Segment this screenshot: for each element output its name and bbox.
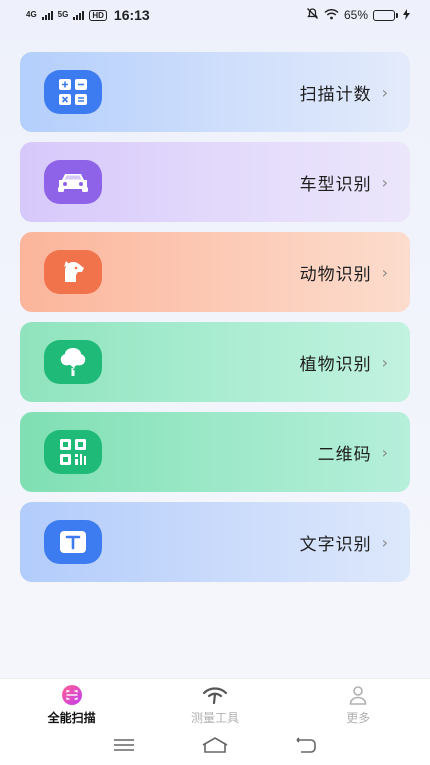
hd-badge: HD (89, 9, 107, 21)
feature-card-list: 扫描计数 › 车型识别 › 动物识别 › 植物识别 › 二维码 › 文字识别 › (20, 52, 410, 592)
mute-icon (306, 7, 319, 23)
card-text-recognition[interactable]: 文字识别 › (20, 502, 410, 582)
qr-code-icon (44, 430, 102, 474)
home-icon[interactable] (201, 737, 229, 758)
nav-label: 测量工具 (190, 710, 239, 725)
signal-icon-2 (73, 10, 85, 20)
card-plant-recognition[interactable]: 植物识别 › (20, 322, 410, 402)
person-icon (348, 684, 368, 706)
status-bar: 4G 5G HD 16:13 65% (0, 0, 430, 30)
nav-label: 全能扫描 (47, 710, 96, 725)
scan-icon (61, 684, 83, 706)
system-nav-bar (0, 730, 430, 765)
network-5g-label: 5G (57, 10, 69, 19)
battery-icon (373, 9, 398, 21)
calculator-icon (44, 70, 102, 114)
bottom-nav: 全能扫描 测量工具 更多 (0, 678, 430, 730)
card-label: 植物识别 (299, 354, 372, 374)
card-label: 文字识别 (299, 534, 372, 554)
card-qr-code[interactable]: 二维码 › (20, 412, 410, 492)
card-label: 动物识别 (299, 264, 372, 284)
card-car-recognition[interactable]: 车型识别 › (20, 142, 410, 222)
chevron-right-icon: › (381, 442, 388, 462)
card-label: 扫描计数 (299, 84, 372, 104)
card-scan-count[interactable]: 扫描计数 › (20, 52, 410, 132)
card-label: 车型识别 (299, 174, 372, 194)
chevron-right-icon: › (381, 172, 388, 192)
chevron-right-icon: › (381, 82, 388, 102)
nav-label: 更多 (346, 710, 371, 725)
signal-icon (41, 10, 53, 20)
card-animal-recognition[interactable]: 动物识别 › (20, 232, 410, 312)
card-label: 二维码 (317, 444, 372, 464)
status-time: 16:13 (113, 7, 150, 23)
menu-icon[interactable] (113, 738, 135, 757)
tree-icon (44, 340, 102, 384)
chevron-right-icon: › (381, 352, 388, 372)
text-t-icon (44, 520, 102, 564)
dog-icon (44, 250, 102, 294)
network-4g-label: 4G (26, 10, 37, 19)
wifi-icon (324, 8, 339, 23)
nav-item-measure[interactable]: 测量工具 (155, 684, 275, 726)
car-icon (44, 160, 102, 204)
measure-icon (202, 684, 228, 706)
nav-item-more[interactable]: 更多 (298, 684, 418, 726)
chevron-right-icon: › (381, 532, 388, 552)
battery-percent: 65% (343, 8, 368, 22)
nav-item-scan[interactable]: 全能扫描 (12, 684, 132, 726)
charging-icon (403, 8, 410, 23)
back-icon[interactable] (295, 737, 317, 758)
chevron-right-icon: › (381, 262, 388, 282)
